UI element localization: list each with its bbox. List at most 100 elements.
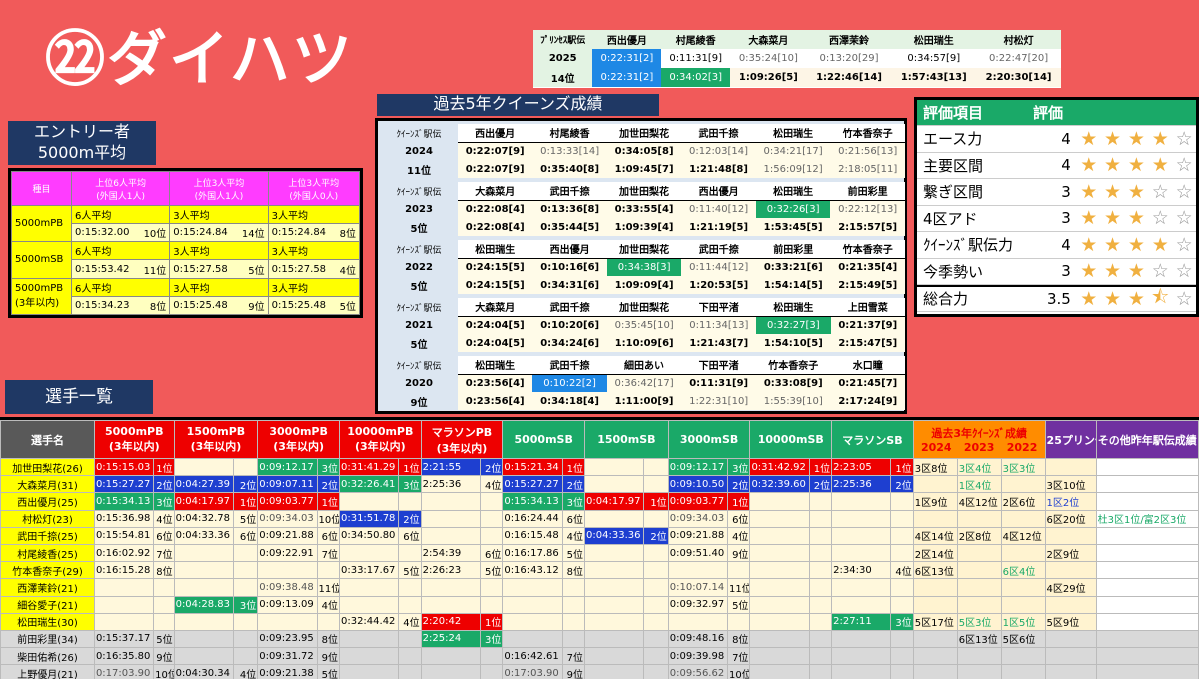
entry-time: 0:15:25.48 — [169, 295, 237, 316]
past-year: 2024 — [405, 145, 433, 157]
player-cell — [338, 578, 400, 597]
player-cell: 3位 — [726, 457, 751, 477]
player-cell: 6位 — [561, 509, 586, 528]
player-cell — [808, 492, 833, 511]
player-cell — [1095, 595, 1199, 614]
princess-cell: 14位 — [533, 68, 593, 87]
past-rank: 5位 — [410, 223, 428, 235]
player-cell — [1000, 509, 1046, 528]
entry-row: 5000mSB 6人平均 3人平均 3人平均 — [11, 241, 361, 279]
player-cell — [749, 526, 810, 545]
star-icon: ★ — [1151, 127, 1169, 150]
past-runner-name: 竹本香奈子 — [830, 240, 905, 259]
player-cell: 4位 — [316, 595, 340, 614]
player-cell: 4位 — [726, 526, 751, 545]
player-cell — [338, 492, 400, 511]
player-cell — [93, 578, 155, 597]
main-header-cell: マラソンSB — [831, 420, 914, 459]
player-cell: 2区8位 — [956, 526, 1002, 545]
player-cell — [584, 612, 645, 631]
player-row: 大森菜月(31) 0:15:27.27 2位 0:04:27.39 2位 0:09:07.… — [0, 475, 1199, 494]
player-cell — [584, 509, 645, 528]
entry-time: 0:15:32.00 — [70, 223, 138, 243]
player-cell — [398, 595, 422, 614]
player-cell: 4位 — [479, 475, 504, 494]
past-section-time: 0:32:26[3] — [755, 200, 831, 218]
star-icon: ★ — [1080, 207, 1098, 230]
player-cell — [912, 629, 958, 649]
player-cell: 杜3区1位/富2区3位 — [1095, 509, 1199, 528]
player-cell: 2位 — [232, 475, 259, 494]
main-header-cell: 1500mPB (3年以内) — [173, 420, 259, 459]
star-icon: ☆ — [1175, 260, 1193, 283]
player-cell — [257, 561, 318, 580]
player-cell: 0:09:03.77 — [257, 492, 318, 511]
main-header-cell: 5000mSB — [502, 420, 586, 459]
past-cumulative-time: 1:21:19[5] — [681, 218, 756, 236]
player-cell — [890, 578, 914, 597]
player-cell: 2位 — [726, 475, 751, 494]
player-cell — [749, 561, 810, 580]
player-cell — [956, 664, 1002, 679]
player-cell: 6区4位 — [1000, 561, 1046, 580]
player-cell: 0:09:12.17 — [257, 457, 318, 477]
past-runner-name: 前田彩里 — [756, 240, 831, 259]
player-cell: 0:16:43.12 — [502, 561, 563, 580]
main-header-cell: マラソンPB (3年以内) — [420, 420, 504, 459]
player-cell — [338, 664, 400, 679]
past-runner-name: 武田千捺 — [532, 356, 607, 375]
player-cell: 1位 — [808, 457, 833, 477]
past-runner-name: 上田雪菜 — [830, 298, 905, 317]
player-cell — [173, 647, 234, 666]
player-cell: 0:33:17.67 — [338, 561, 400, 580]
player-row: 西澤茉鈴(21) 0:09:38.48 11位 0:10:07.14 11位 4区29位 — [0, 578, 1199, 597]
player-cell: 柴田佑希(26) — [0, 647, 95, 666]
player-cell: 3位 — [561, 492, 586, 511]
player-cell — [1044, 561, 1097, 580]
past-runner-name: 武田千捺 — [681, 124, 756, 143]
player-cell: 4区12位 — [956, 492, 1002, 511]
player-row: 村尾綾香(25) 0:16:02.92 7位 0:09:22.91 7位 2:54:39 6… — [0, 543, 1199, 563]
player-cell — [502, 595, 563, 614]
player-cell: 西澤茉鈴(21) — [0, 578, 95, 597]
princess-row: 2025 0:22:31[2] 0:11:31[9] 0:35:24[10] 0:13:… — [533, 49, 1061, 68]
player-cell: 0:15:27.27 — [93, 475, 155, 494]
player-cell: 0:16:17.86 — [502, 543, 563, 563]
eval-item-value: 4 — [1061, 235, 1071, 254]
player-cell: 1位 — [153, 457, 175, 477]
player-cell — [420, 578, 481, 597]
entry-time: 0:15:24.84 — [267, 223, 335, 243]
player-cell: 9位 — [726, 543, 751, 563]
player-cell — [890, 595, 914, 614]
player-cell — [890, 647, 914, 666]
entry-avg-label: 3人平均 — [169, 277, 269, 297]
star-icon: ★ — [1104, 127, 1122, 150]
player-cell: 前田彩里(34) — [0, 629, 95, 649]
past-section-time: 0:23:56[4] — [458, 374, 533, 392]
player-cell: 0:09:39.98 — [667, 647, 728, 666]
player-row: 松田瑞生(30) 0:32:44.42 4位 2:20:42 1位 2:27:11 3位 5区… — [0, 612, 1199, 631]
player-cell: 5位 — [561, 543, 586, 563]
player-cell: 5位 — [153, 629, 175, 649]
player-cell — [232, 457, 259, 477]
entry-avg-label: 6人平均 — [70, 241, 171, 261]
player-cell — [338, 647, 400, 666]
player-cell: 0:31:41.29 — [338, 457, 400, 477]
player-cell: 0:04:27.39 — [173, 475, 234, 494]
past-cumulative-time: 1:54:10[5] — [756, 334, 831, 352]
player-cell: 6位 — [232, 526, 259, 545]
player-cell — [232, 612, 259, 631]
player-cell — [1000, 578, 1046, 597]
princess-cell: 0:35:24[10] — [730, 49, 807, 68]
player-cell: 西出優月(25) — [0, 492, 95, 511]
princess-header-cell: 西出優月 — [592, 30, 662, 49]
princess-cell: 0:11:31[9] — [661, 49, 731, 68]
princess-header-cell: ﾌﾟﾘﾝｾｽ駅伝 — [533, 30, 593, 49]
player-cell — [912, 647, 958, 666]
player-cell: 0:16:15.28 — [93, 561, 155, 580]
princess-table: ﾌﾟﾘﾝｾｽ駅伝 西出優月 村尾綾香 大森菜月 西澤茉鈴 松田瑞生 村松灯 2025 0:22:… — [533, 30, 1061, 88]
player-cell — [479, 647, 504, 666]
player-cell — [890, 664, 914, 679]
past-label-cell: ｸｲｰﾝｽﾞ駅伝 — [396, 245, 442, 256]
player-cell: 10位 — [153, 664, 175, 679]
